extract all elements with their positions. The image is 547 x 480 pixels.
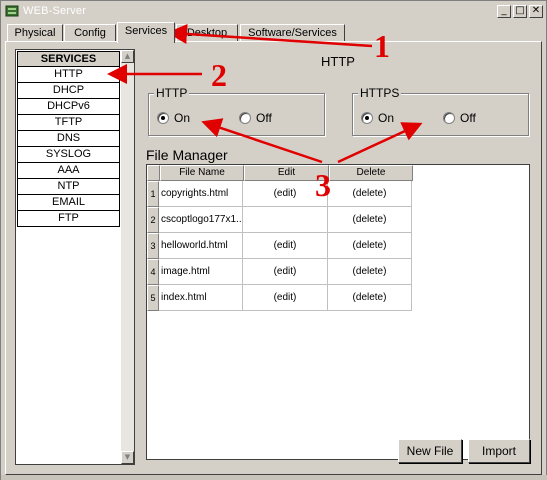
delete-link[interactable]: (delete) [328,285,412,311]
https-groupbox: HTTPS On Off [352,86,529,136]
tab-config[interactable]: Config [64,24,116,42]
http-group-label: HTTP [154,86,190,100]
tab-physical[interactable]: Physical [7,24,63,42]
service-item-aaa[interactable]: AAA [17,163,120,179]
service-item-dns[interactable]: DNS [17,131,120,147]
service-item-syslog[interactable]: SYSLOG [17,147,120,163]
row-number: 1 [147,181,159,207]
services-scrollbar[interactable]: ▲ ▼ [121,50,134,464]
table-row: 5 index.html (edit) (delete) [147,285,412,311]
scroll-down-icon[interactable]: ▼ [121,451,134,464]
services-header: SERVICES [17,51,120,67]
new-file-button[interactable]: New File [398,439,462,463]
tab-services[interactable]: Services [117,22,175,43]
column-header-file-name[interactable]: File Name [160,165,244,181]
annotation-number-3: 3 [315,167,331,203]
https-group-label: HTTPS [358,86,402,100]
tab-desktop[interactable]: Desktop [176,24,238,42]
column-header-delete[interactable]: Delete [329,165,413,181]
row-number: 5 [147,285,159,311]
file-name-cell: index.html [159,285,243,311]
https-on-label: On [378,111,395,125]
annotation-number-2: 2 [211,57,227,93]
service-item-email[interactable]: EMAIL [17,195,120,211]
file-manager-table: File Name Edit Delete 1 copyrights.html … [146,164,530,460]
scroll-up-icon[interactable]: ▲ [121,50,134,63]
radio-checked-icon [157,112,169,124]
file-name-cell: helloworld.html [159,233,243,259]
import-button[interactable]: Import [468,439,530,463]
file-manager-header: File Name Edit Delete [147,165,413,181]
row-number: 3 [147,233,159,259]
service-item-ntp[interactable]: NTP [17,179,120,195]
minimize-icon[interactable]: _ [497,5,511,18]
delete-link[interactable]: (delete) [328,259,412,285]
file-name-cell: copyrights.html [159,181,243,207]
maximize-icon[interactable]: □ [513,5,527,18]
close-icon[interactable]: ✕ [529,5,543,18]
https-on-radio[interactable]: On [361,111,394,125]
bottom-strip [1,475,547,480]
window-title: WEB-Server [23,5,87,17]
table-row: 4 image.html (edit) (delete) [147,259,412,285]
delete-link[interactable]: (delete) [328,207,412,233]
service-item-dhcpv6[interactable]: DHCPv6 [17,99,120,115]
http-groupbox: HTTP On Off [148,86,325,136]
title-bar[interactable]: WEB-Server _ □ ✕ [1,1,546,22]
service-item-http[interactable]: HTTP [17,67,120,83]
http-on-radio[interactable]: On [157,111,190,125]
service-item-dhcp[interactable]: DHCP [17,83,120,99]
annotation-number-1: 1 [374,28,390,64]
service-item-tftp[interactable]: TFTP [17,115,120,131]
radio-unchecked-icon [443,112,455,124]
web-server-window: WEB-Server _ □ ✕ Physical Config Service… [0,0,547,480]
https-off-label: Off [460,111,476,125]
delete-link[interactable]: (delete) [328,181,412,207]
file-name-cell: cscoptlogo177x1... [159,207,243,233]
tab-software-services[interactable]: Software/Services [240,24,345,42]
service-item-ftp[interactable]: FTP [17,211,120,227]
table-row: 3 helloworld.html (edit) (delete) [147,233,412,259]
radio-unchecked-icon [239,112,251,124]
radio-checked-icon [361,112,373,124]
table-row: 2 cscoptlogo177x1... (delete) [147,207,412,233]
http-off-radio[interactable]: Off [239,111,272,125]
row-number: 4 [147,259,159,285]
edit-link[interactable]: (edit) [243,285,328,311]
corner-cell [147,165,160,181]
https-off-radio[interactable]: Off [443,111,476,125]
http-on-label: On [174,111,191,125]
file-manager-title: File Manager [146,147,228,163]
edit-link[interactable]: (edit) [243,259,328,285]
table-row: 1 copyrights.html (edit) (delete) [147,181,412,207]
row-number: 2 [147,207,159,233]
http-off-label: Off [256,111,272,125]
edit-link[interactable]: (edit) [243,233,328,259]
app-icon [5,5,19,17]
page-title: HTTP [321,54,355,69]
edit-link [243,207,328,233]
delete-link[interactable]: (delete) [328,233,412,259]
services-list: SERVICES HTTP DHCP DHCPv6 TFTP DNS SYSLO… [15,49,135,465]
file-name-cell: image.html [159,259,243,285]
